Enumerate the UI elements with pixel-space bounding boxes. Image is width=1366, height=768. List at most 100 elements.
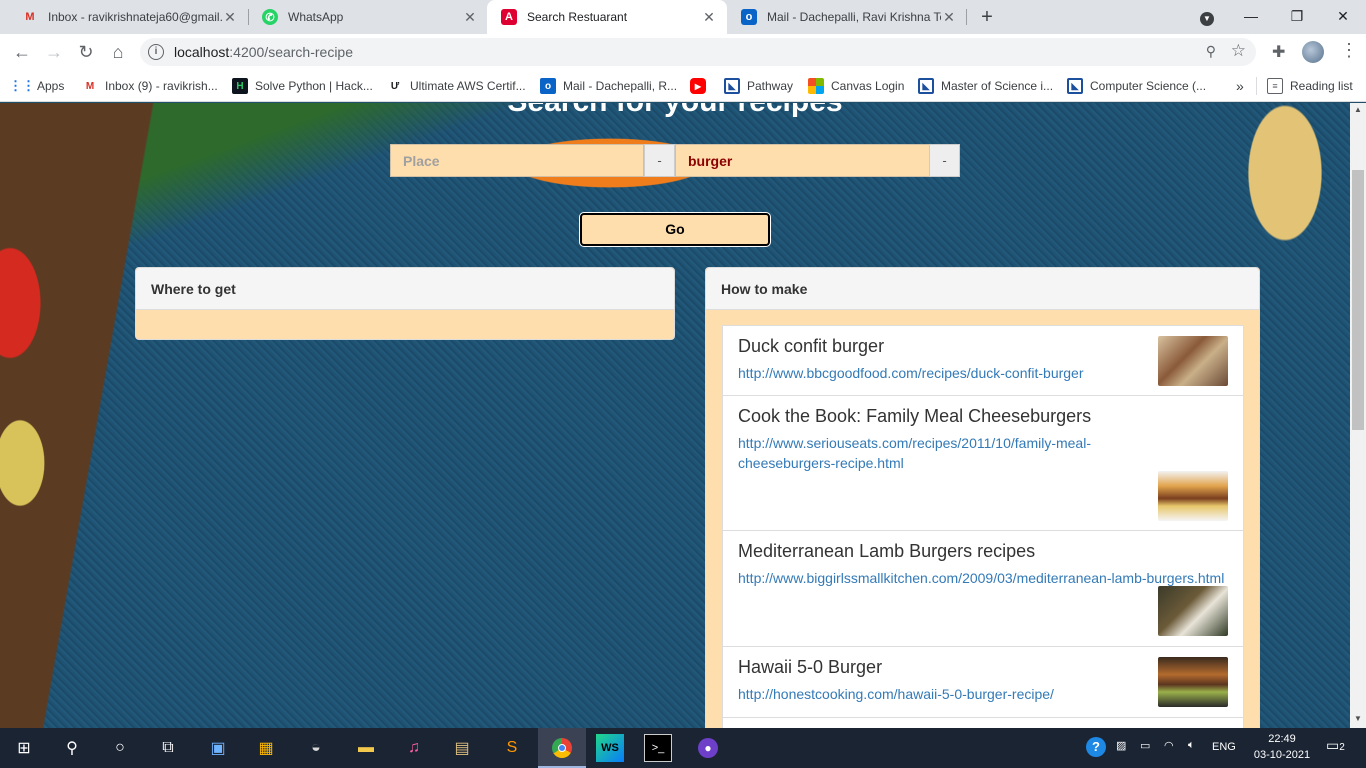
gmail-icon: M	[25, 11, 35, 23]
location-pin-icon[interactable]: ⚲	[1206, 43, 1216, 60]
maximize-button[interactable]: ❐	[1274, 0, 1320, 34]
close-window-button[interactable]: ✕	[1320, 0, 1366, 34]
youtube-icon: ▶	[690, 78, 706, 94]
tab-outlook-mail[interactable]: o Mail - Dachepalli, Ravi Krishna Te ✕	[727, 0, 967, 34]
bookmark-star-icon[interactable]: ☆	[1231, 41, 1246, 61]
extensions-puzzle-icon[interactable]: ✚	[1272, 42, 1285, 62]
bookmark-master-of-science[interactable]: ◣ Master of Science i...	[918, 77, 1053, 95]
wifi-icon[interactable]: ◠	[1164, 739, 1174, 752]
scroll-down-icon[interactable]: ▼	[1350, 712, 1366, 726]
scroll-up-icon[interactable]: ▲	[1350, 103, 1366, 117]
bookmark-youtube[interactable]: ▶	[690, 77, 713, 95]
bookmark-label: Canvas Login	[831, 79, 905, 93]
pathway-icon: ◣	[1067, 78, 1083, 94]
scrollbar-thumb[interactable]	[1352, 170, 1364, 430]
itunes-icon[interactable]: ♫	[400, 734, 428, 762]
bookmark-apps[interactable]: ⋮⋮ Apps	[9, 77, 64, 95]
url-host: localhost	[174, 44, 230, 60]
minimize-button[interactable]: —	[1228, 0, 1274, 34]
forward-button[interactable]: →	[42, 40, 66, 64]
network-activity-icon[interactable]: ▨	[1116, 739, 1126, 752]
bookmark-pathway[interactable]: ◣ Pathway	[724, 77, 793, 95]
reading-list-button[interactable]: ≡ Reading list	[1256, 77, 1353, 95]
tab-strip: M Inbox - ravikrishnateja60@gmail. ✕ ✆ W…	[0, 0, 1366, 34]
recipe-name: Hawaii 5-0 Burger	[738, 657, 883, 677]
bookmark-gmail[interactable]: M Inbox (9) - ravikrish...	[82, 77, 218, 95]
recipe-thumbnail	[1158, 586, 1228, 636]
battery-icon[interactable]: ▭	[1140, 739, 1150, 752]
bookmark-udemy[interactable]: Ư Ultimate AWS Certif...	[387, 77, 526, 95]
whatsapp-icon: ✆	[262, 9, 278, 25]
info-icon[interactable]: i	[148, 44, 164, 60]
page-title: Search for your recipes	[0, 103, 1350, 119]
tab-gmail-inbox[interactable]: M Inbox - ravikrishnateja60@gmail. ✕	[8, 0, 248, 34]
store-icon[interactable]: ▦	[252, 734, 280, 762]
close-icon[interactable]: ✕	[941, 9, 957, 26]
address-bar[interactable]: i localhost:4200/search-recipe ⚲ ☆	[140, 38, 1256, 66]
close-icon[interactable]: ✕	[222, 9, 238, 26]
pathway-icon: ◣	[724, 78, 740, 94]
recipe-link[interactable]: http://www.bbcgoodfood.com/recipes/duck-…	[738, 363, 1228, 383]
tab-search-restuarant[interactable]: A Search Restuarant ✕	[487, 0, 727, 34]
kebab-menu-icon[interactable]: ⋮	[1340, 40, 1358, 61]
language-indicator[interactable]: ENG	[1212, 741, 1236, 753]
recipe-link[interactable]: http://honestcooking.com/hawaii-5-0-burg…	[738, 684, 1228, 704]
reload-button[interactable]: ↻	[74, 40, 98, 64]
how-to-make-panel: How to make Duck confit burger http://ww…	[705, 267, 1260, 728]
avatar[interactable]	[1302, 41, 1324, 63]
back-button[interactable]: ←	[10, 40, 34, 64]
tab-title: Mail - Dachepalli, Ravi Krishna Te	[767, 10, 941, 24]
recipe-list: Duck confit burger http://www.bbcgoodfoo…	[722, 325, 1244, 728]
webstorm-icon[interactable]: WS	[596, 734, 624, 762]
search-icon[interactable]: ⚲	[58, 734, 86, 762]
where-to-get-panel: Where to get	[135, 267, 675, 340]
volume-icon[interactable]: 🔈︎	[1188, 739, 1195, 752]
help-icon[interactable]: ?	[1086, 737, 1106, 757]
list-item: Mediterranean Lamb Burgers recipes http:…	[722, 530, 1244, 647]
list-item: Hawaii 5-0 Burger http://honestcooking.c…	[722, 646, 1244, 718]
recipe-link[interactable]: http://www.seriouseats.com/recipes/2011/…	[738, 433, 1228, 473]
go-button[interactable]: Go	[580, 213, 770, 246]
bookmark-outlook[interactable]: o Mail - Dachepalli, R...	[540, 77, 677, 95]
sublime-text-icon[interactable]: S	[498, 734, 526, 762]
list-item: Cook the Book: Family Meal Cheeseburgers…	[722, 395, 1244, 531]
bookmarks-overflow-button[interactable]: »	[1236, 77, 1244, 95]
bookmark-computer-science[interactable]: ◣ Computer Science (...	[1067, 77, 1206, 95]
file-explorer-icon[interactable]: ▬	[352, 734, 380, 762]
bookmark-canvas-login[interactable]: Canvas Login	[808, 77, 904, 95]
new-tab-button[interactable]: +	[976, 6, 998, 28]
chrome-icon[interactable]	[548, 734, 576, 762]
place-addon: -	[644, 144, 675, 177]
library-icon[interactable]: ▤	[448, 734, 476, 762]
task-view-icon[interactable]: ⧉	[154, 734, 182, 762]
panel-heading: How to make	[706, 268, 1259, 310]
reading-list-icon: ≡	[1267, 78, 1283, 94]
bookmark-label: Inbox (9) - ravikrish...	[105, 79, 218, 93]
hackerrank-icon: H	[232, 78, 248, 94]
tab-whatsapp[interactable]: ✆ WhatsApp ✕	[248, 0, 488, 34]
github-icon[interactable]: ●	[694, 734, 722, 762]
recipe-name: Cook the Book: Family Meal Cheeseburgers	[738, 406, 1092, 426]
notification-center-icon[interactable]: ▭2	[1326, 737, 1345, 754]
chevron-down-icon: ▼	[1200, 12, 1214, 26]
close-icon[interactable]: ✕	[462, 9, 478, 26]
terminal-icon[interactable]: >_	[644, 734, 672, 762]
microsoft-icon	[808, 78, 824, 94]
recipe-link[interactable]: http://www.biggirlssmallkitchen.com/2009…	[738, 568, 1228, 588]
gmail-icon: M	[85, 80, 95, 92]
bookmark-label: Mail - Dachepalli, R...	[563, 79, 678, 93]
url-text[interactable]: localhost:4200/search-recipe	[174, 44, 353, 60]
paint-icon[interactable]: ◒	[302, 734, 330, 762]
bookmark-hackerrank[interactable]: H Solve Python | Hack...	[232, 77, 373, 95]
cortana-icon[interactable]: ○	[106, 734, 134, 762]
windows-start-icon[interactable]: ⊞	[10, 734, 38, 762]
clock[interactable]: 22:49 03-10-2021	[1252, 731, 1312, 763]
computer-icon[interactable]: ▣	[204, 734, 232, 762]
place-input[interactable]	[390, 144, 644, 177]
close-icon[interactable]: ✕	[701, 9, 717, 26]
angular-icon: A	[501, 9, 517, 25]
tab-title: WhatsApp	[288, 10, 344, 24]
tab-search-button[interactable]: ▼	[1184, 0, 1230, 34]
home-button[interactable]: ⌂	[106, 40, 130, 64]
recipe-search-input[interactable]	[675, 144, 930, 177]
